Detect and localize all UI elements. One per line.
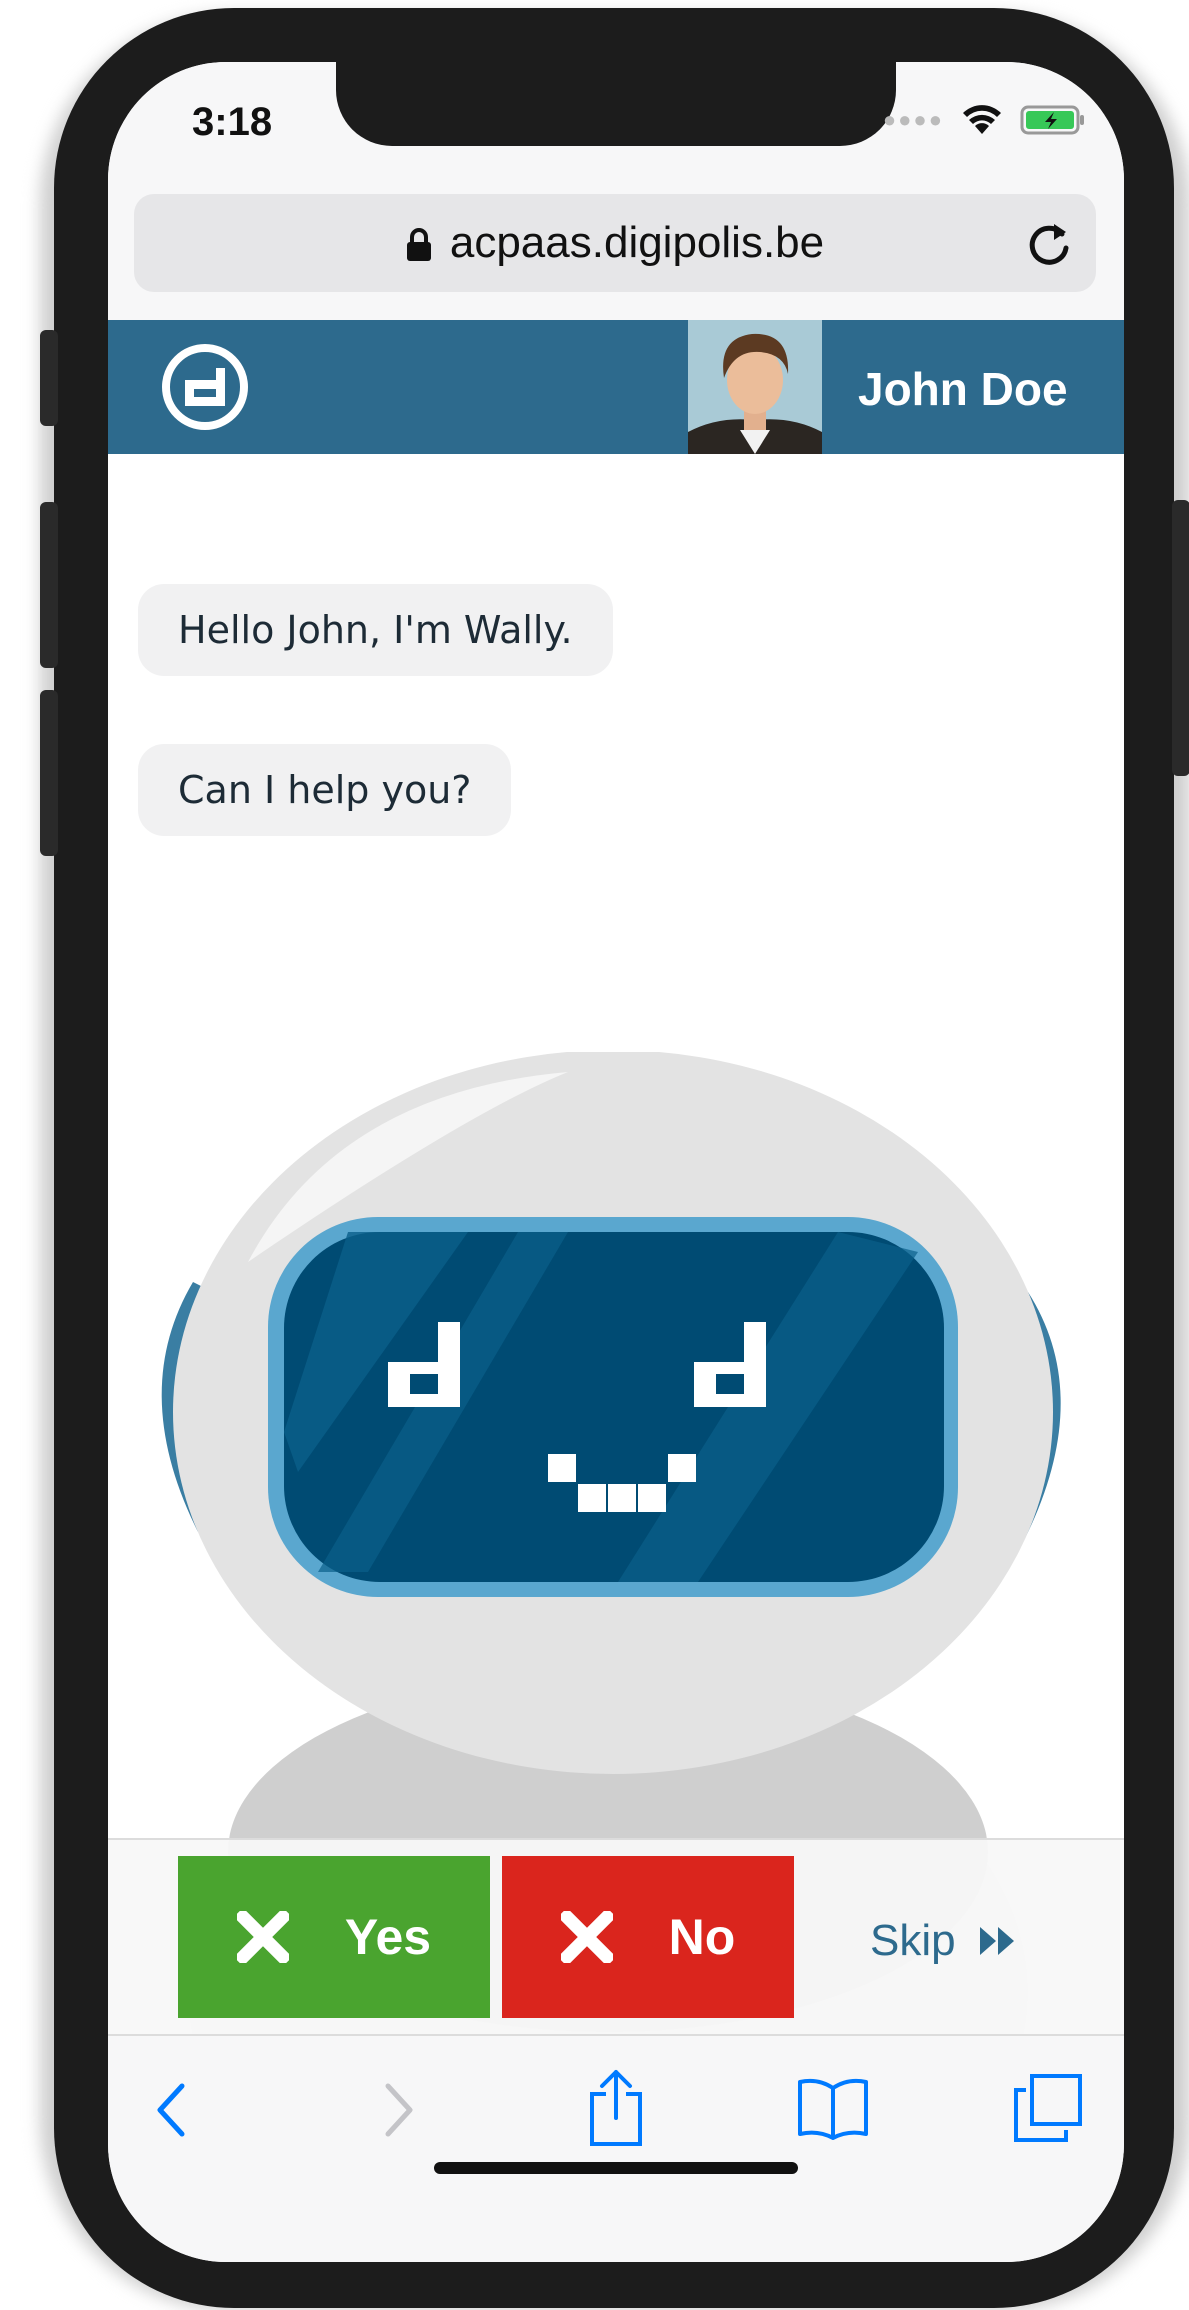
- notch: [336, 62, 896, 146]
- home-indicator[interactable]: [434, 2162, 798, 2174]
- no-label: No: [668, 1909, 736, 1965]
- avatar[interactable]: [688, 320, 822, 454]
- yes-label: Yes: [344, 1909, 432, 1965]
- app-header: John Doe: [108, 320, 1124, 454]
- close-icon: [236, 1911, 289, 1963]
- address-bar[interactable]: acpaas.digipolis.be: [134, 194, 1096, 292]
- skip-button[interactable]: Skip: [870, 1916, 1018, 1966]
- reload-icon[interactable]: [1024, 216, 1074, 270]
- status-icons: ●●●●: [883, 104, 1086, 136]
- chat-message: Can I help you?: [138, 744, 512, 836]
- fast-forward-icon: [979, 1927, 1014, 1955]
- wifi-icon: [963, 105, 1001, 134]
- user-name: John Doe: [858, 363, 1068, 415]
- forward-icon[interactable]: [378, 2080, 418, 2140]
- battery-icon: [1020, 105, 1084, 135]
- skip-label: Skip: [870, 1916, 956, 1965]
- close-icon: [560, 1911, 613, 1963]
- signal-icon: ●●●●: [882, 107, 944, 132]
- back-icon[interactable]: [152, 2080, 192, 2140]
- browser-toolbar: [108, 2034, 1124, 2262]
- status-time: 3:18: [192, 100, 273, 144]
- chat-message: Hello John, I'm Wally.: [138, 584, 613, 676]
- url-text: acpaas.digipolis.be: [449, 218, 825, 267]
- device-screen: 3:18 ●●●● acpaas.digipolis.be John Doe H…: [108, 62, 1124, 2262]
- digipolis-logo-icon[interactable]: [160, 342, 250, 432]
- no-button[interactable]: No: [502, 1856, 794, 2018]
- yes-button[interactable]: Yes: [178, 1856, 490, 2018]
- action-bar: Yes No Skip: [108, 1838, 1124, 2036]
- share-icon[interactable]: [586, 2068, 646, 2148]
- lock-icon: [406, 228, 431, 262]
- bookmarks-icon[interactable]: [796, 2076, 870, 2142]
- tabs-icon[interactable]: [1012, 2072, 1084, 2144]
